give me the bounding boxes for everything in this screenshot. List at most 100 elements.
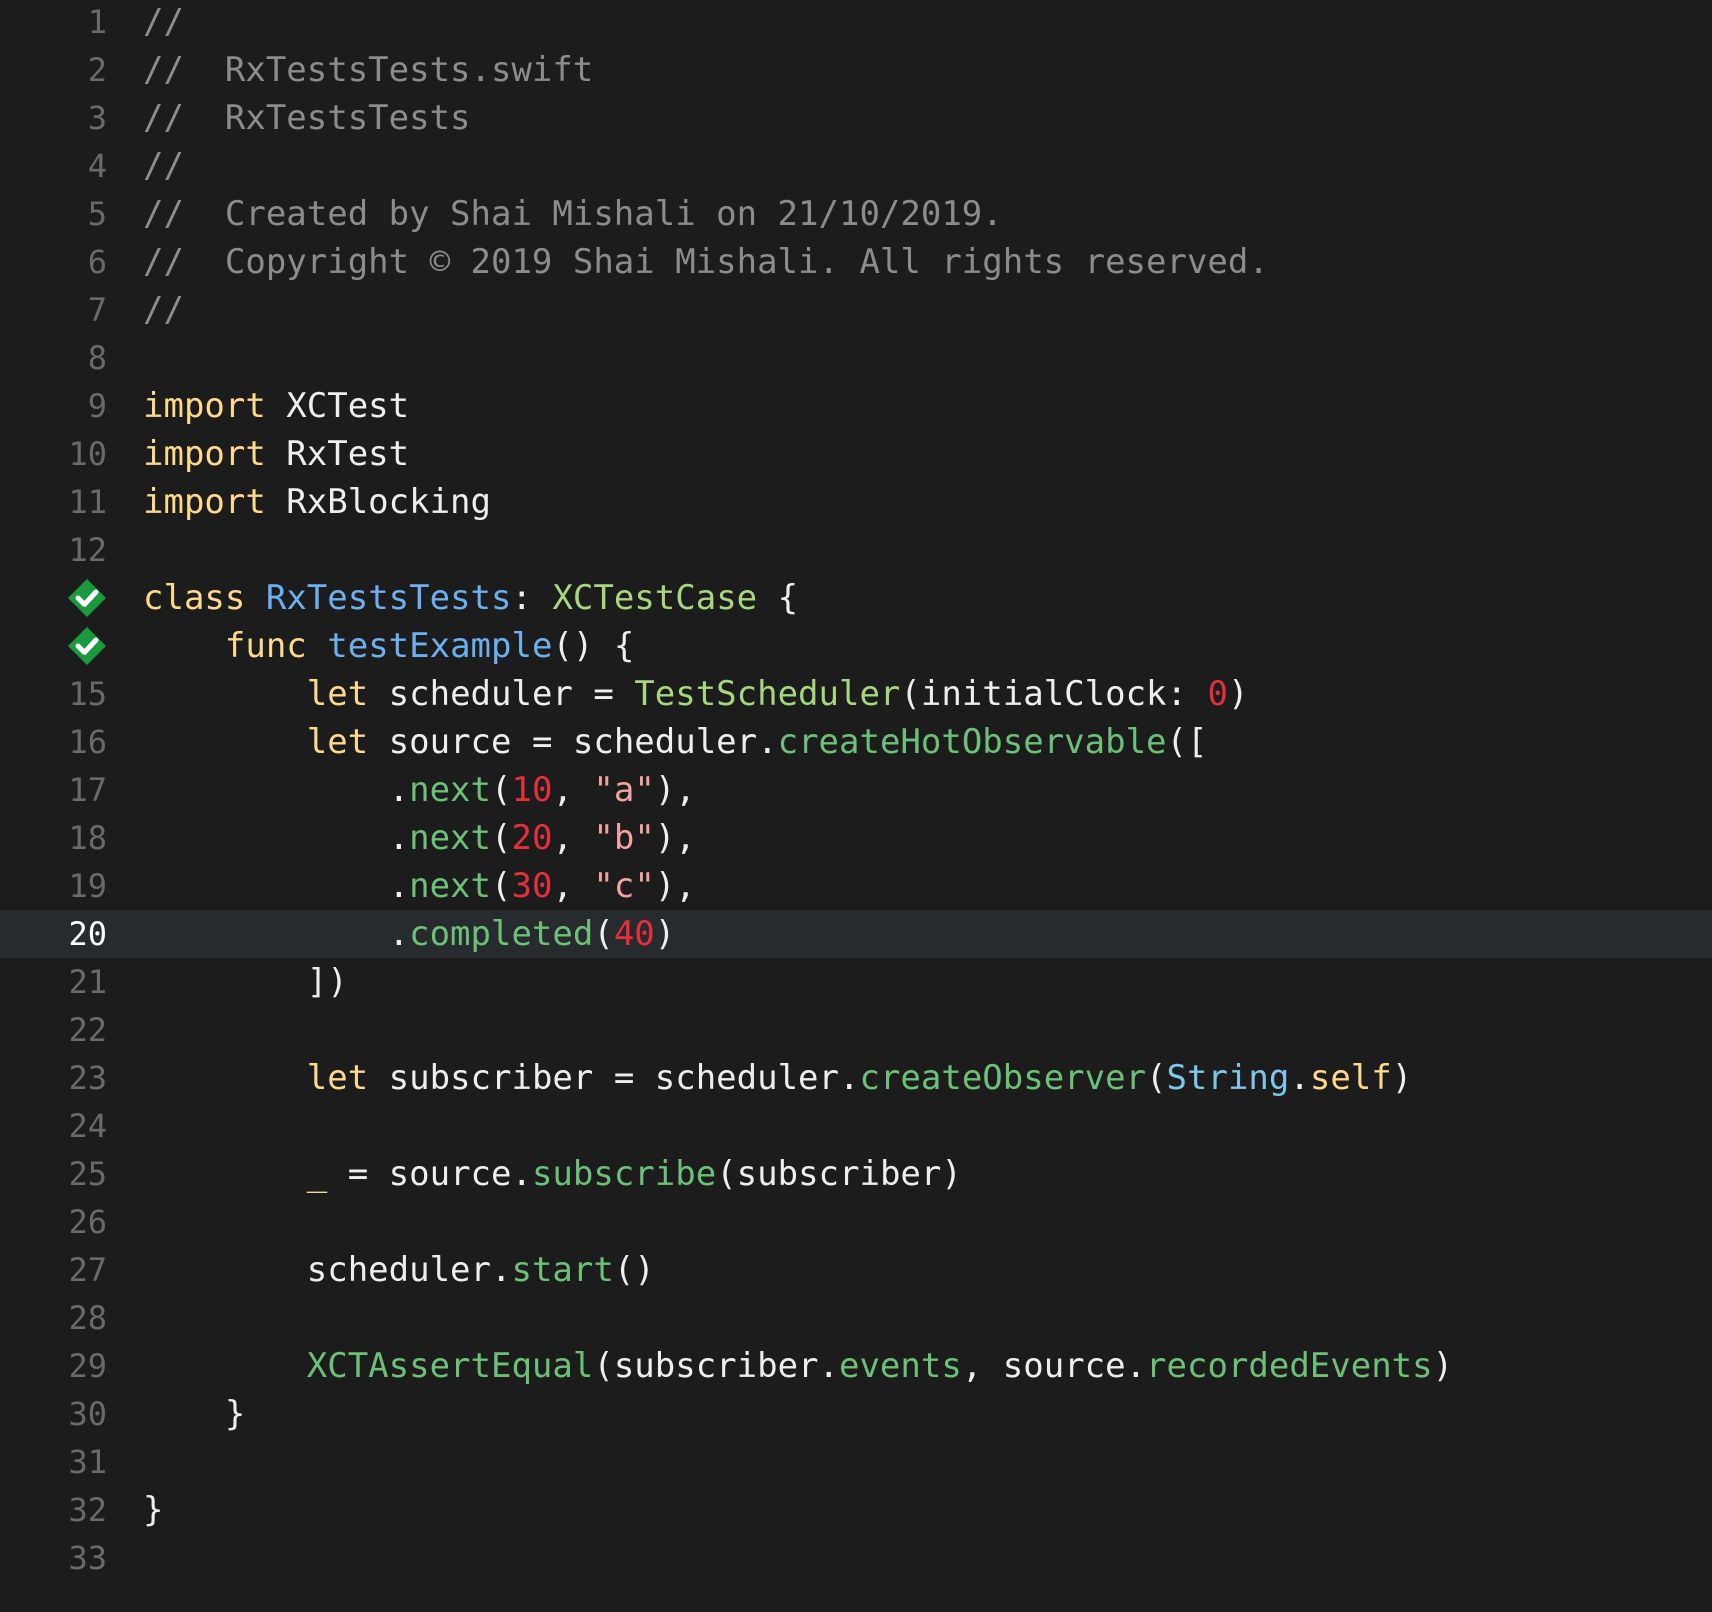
code-line[interactable]: 9 import XCTest bbox=[0, 382, 1712, 430]
line-number: 18 bbox=[68, 819, 107, 857]
code-line[interactable]: 16 let source = scheduler.createHotObser… bbox=[0, 718, 1712, 766]
code-token: _ bbox=[306, 1154, 328, 1194]
code-token: ( bbox=[593, 914, 614, 954]
code-token: let bbox=[306, 722, 369, 762]
code-token: start bbox=[511, 1250, 614, 1290]
code-token: { bbox=[757, 578, 799, 618]
code-text: .next(30, "c"), bbox=[143, 862, 696, 910]
code-token: next bbox=[409, 818, 491, 858]
code-token: String bbox=[1166, 1058, 1290, 1098]
code-line[interactable]: 15 let scheduler = TestScheduler(initial… bbox=[0, 670, 1712, 718]
code-text: // RxTestsTests.swift bbox=[143, 46, 593, 94]
code-token: 0 bbox=[1207, 674, 1228, 714]
code-token: ) bbox=[1391, 1058, 1413, 1098]
code-token: func bbox=[224, 626, 307, 666]
code-line[interactable]: 17 .next(10, "a"), bbox=[0, 766, 1712, 814]
code-text: // bbox=[143, 142, 184, 190]
code-token: // bbox=[143, 146, 184, 186]
line-number: 4 bbox=[87, 147, 107, 185]
code-line[interactable]: 21 ]) bbox=[0, 958, 1712, 1006]
code-text: } bbox=[143, 1486, 163, 1534]
code-token: 40 bbox=[613, 914, 655, 954]
code-line[interactable]: 33 bbox=[0, 1534, 1712, 1582]
line-number: 19 bbox=[68, 867, 107, 905]
line-number: 20 bbox=[68, 915, 107, 953]
code-line[interactable]: 27 scheduler.start() bbox=[0, 1246, 1712, 1294]
code-line[interactable]: 20 .completed(40) bbox=[0, 910, 1712, 958]
code-line[interactable]: 18 .next(20, "b"), bbox=[0, 814, 1712, 862]
code-line[interactable]: 3 // RxTestsTests bbox=[0, 94, 1712, 142]
code-line[interactable]: 31 bbox=[0, 1438, 1712, 1486]
code-token: // Copyright © 2019 Shai Mishali. All ri… bbox=[143, 242, 1269, 282]
line-number: 33 bbox=[68, 1539, 107, 1577]
code-line[interactable]: 19 .next(30, "c"), bbox=[0, 862, 1712, 910]
code-token: ( bbox=[491, 770, 512, 810]
code-token: import bbox=[143, 482, 266, 522]
test-passed-icon[interactable] bbox=[67, 626, 107, 666]
code-line[interactable]: 28 bbox=[0, 1294, 1712, 1342]
code-token: import bbox=[143, 386, 266, 426]
code-line[interactable]: 24 bbox=[0, 1102, 1712, 1150]
code-line[interactable]: 22 bbox=[0, 1006, 1712, 1054]
code-token: events bbox=[838, 1346, 962, 1386]
code-token: () { bbox=[552, 626, 635, 666]
code-editor[interactable]: 1 // 2 // RxTestsTests.swift 3 // RxTestsTest… bbox=[0, 0, 1712, 1612]
test-passed-icon[interactable] bbox=[67, 578, 107, 618]
code-token: RxBlocking bbox=[265, 482, 491, 522]
code-line[interactable]: 2 // RxTestsTests.swift bbox=[0, 46, 1712, 94]
code-line[interactable]: 11 import RxBlocking bbox=[0, 478, 1712, 526]
code-line[interactable]: 4 // bbox=[0, 142, 1712, 190]
code-text: // RxTestsTests bbox=[143, 94, 471, 142]
code-token: completed bbox=[409, 914, 594, 954]
code-token: "b" bbox=[593, 818, 655, 858]
code-token: ( bbox=[1146, 1058, 1167, 1098]
code-token: ) bbox=[1432, 1346, 1454, 1386]
code-token: createObserver bbox=[859, 1058, 1147, 1098]
code-line[interactable]: 1 // bbox=[0, 0, 1712, 46]
code-line[interactable]: 12 bbox=[0, 526, 1712, 574]
code-token: () bbox=[613, 1250, 655, 1290]
code-line[interactable]: 25 _ = source.subscribe(subscriber) bbox=[0, 1150, 1712, 1198]
code-token: , bbox=[552, 818, 594, 858]
code-text: func testExample() { bbox=[143, 622, 634, 670]
code-line[interactable]: 23 let subscriber = scheduler.createObse… bbox=[0, 1054, 1712, 1102]
code-line[interactable]: 32} bbox=[0, 1486, 1712, 1534]
code-text: // Created by Shai Mishali on 21/10/2019… bbox=[143, 190, 1003, 238]
code-token: ]) bbox=[143, 962, 348, 1002]
code-line[interactable]: 29 XCTAssertEqual(subscriber.events, sou… bbox=[0, 1342, 1712, 1390]
code-text: let source = scheduler.createHotObservab… bbox=[143, 718, 1208, 766]
code-line[interactable]: 8 bbox=[0, 334, 1712, 382]
code-line[interactable]: class RxTestsTests: XCTestCase { bbox=[0, 574, 1712, 622]
code-token: ) bbox=[1227, 674, 1249, 714]
code-text: } bbox=[143, 1390, 245, 1438]
code-line[interactable]: 7 // bbox=[0, 286, 1712, 334]
line-number: 25 bbox=[68, 1155, 107, 1193]
code-line[interactable]: 6 // Copyright © 2019 Shai Mishali. All r… bbox=[0, 238, 1712, 286]
code-token: ) bbox=[654, 914, 676, 954]
code-line[interactable]: 26 bbox=[0, 1198, 1712, 1246]
code-text: import XCTest bbox=[143, 382, 409, 430]
code-token: next bbox=[409, 866, 491, 906]
code-text: .next(10, "a"), bbox=[143, 766, 696, 814]
code-token: , bbox=[552, 866, 594, 906]
line-number: 28 bbox=[68, 1299, 107, 1337]
code-text: class RxTestsTests: XCTestCase { bbox=[143, 574, 798, 622]
code-line[interactable]: func testExample() { bbox=[0, 622, 1712, 670]
line-number: 26 bbox=[68, 1203, 107, 1241]
line-number: 5 bbox=[87, 195, 107, 233]
code-token: next bbox=[409, 770, 491, 810]
code-line[interactable]: 10 import RxTest bbox=[0, 430, 1712, 478]
code-text: // bbox=[143, 286, 184, 334]
code-token: . bbox=[143, 914, 410, 954]
line-number: 16 bbox=[68, 723, 107, 761]
line-number: 24 bbox=[68, 1107, 107, 1145]
code-token: (subscriber. bbox=[593, 1346, 839, 1386]
code-line[interactable]: 30 } bbox=[0, 1390, 1712, 1438]
code-token: subscribe bbox=[531, 1154, 717, 1194]
code-token: // RxTestsTests.swift bbox=[143, 50, 594, 90]
code-line[interactable]: 5 // Created by Shai Mishali on 21/10/201… bbox=[0, 190, 1712, 238]
